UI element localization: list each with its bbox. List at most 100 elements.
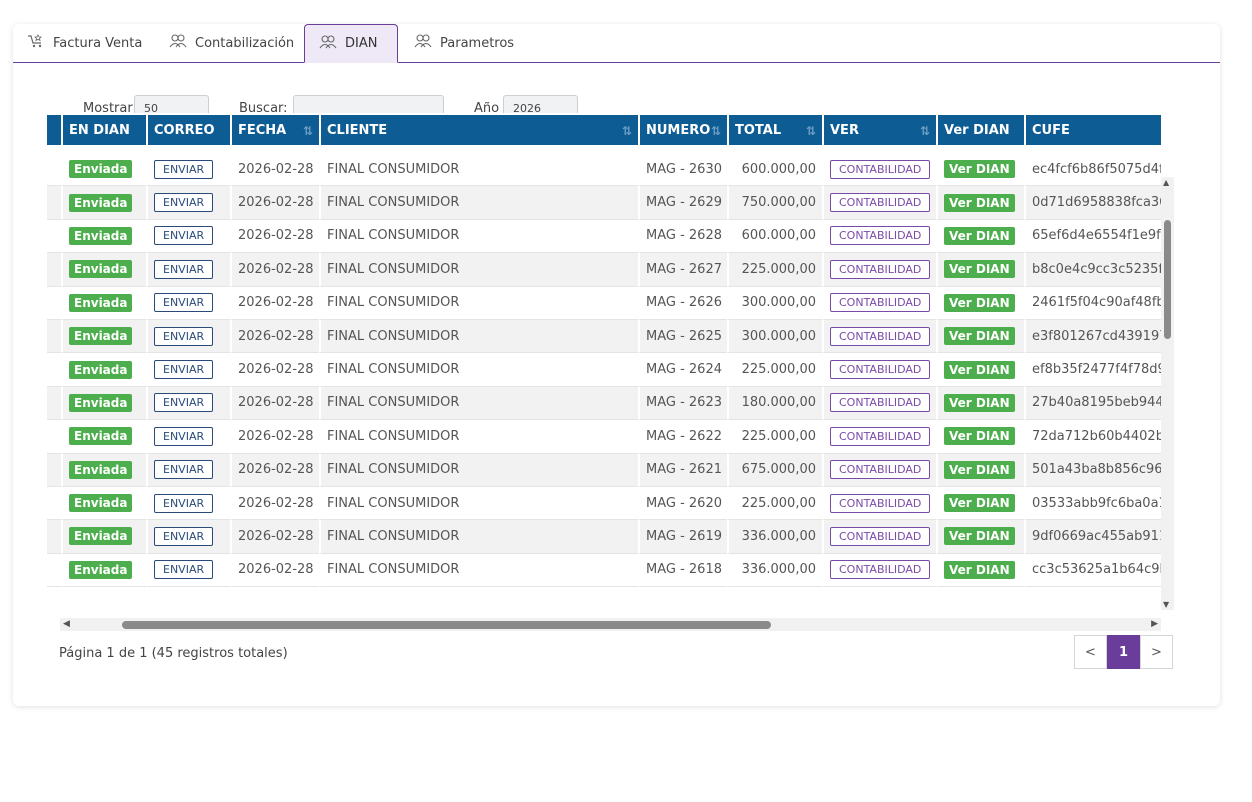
sort-icon: ⇅	[919, 124, 930, 138]
row-spacer	[47, 286, 61, 320]
cell-ver: CONTABILIDAD	[822, 486, 936, 521]
row-spacer	[47, 553, 61, 588]
send-button[interactable]: ENVIAR	[154, 560, 214, 580]
send-button[interactable]: ENVIAR	[154, 293, 214, 313]
view-dian-button[interactable]: Ver DIAN	[944, 293, 1015, 312]
send-button[interactable]: ENVIAR	[154, 360, 214, 380]
status-badge: Enviada	[69, 494, 133, 513]
view-dian-button[interactable]: Ver DIAN	[944, 494, 1015, 513]
view-dian-button[interactable]: Ver DIAN	[944, 527, 1015, 546]
send-button[interactable]: ENVIAR	[154, 259, 214, 279]
scroll-up-arrow-icon[interactable]: ▲	[1163, 178, 1169, 187]
send-button[interactable]: ENVIAR	[154, 460, 214, 480]
table-row: Enviada ENVIAR 2026-02-28 FINAL CONSUMIDOR M…	[47, 386, 1161, 421]
next-page-button[interactable]: >	[1140, 635, 1173, 669]
table-row: Enviada ENVIAR 2026-02-28 FINAL CONSUMIDOR M…	[47, 253, 1161, 287]
vertical-scroll-thumb[interactable]	[1164, 220, 1171, 339]
view-dian-button[interactable]: Ver DIAN	[944, 427, 1015, 446]
cell-en-dian: Enviada	[61, 520, 146, 554]
accounting-button[interactable]: CONTABILIDAD	[830, 293, 931, 313]
accounting-button[interactable]: CONTABILIDAD	[830, 360, 931, 380]
cell-correo: ENVIAR	[146, 553, 230, 588]
cell-cliente: FINAL CONSUMIDOR	[319, 253, 638, 287]
page-1-button[interactable]: 1	[1107, 635, 1140, 669]
accounting-button[interactable]: CONTABILIDAD	[830, 526, 931, 546]
col-cliente[interactable]: CLIENTE ⇅	[319, 113, 638, 145]
horizontal-scrollbar[interactable]: ◀ ▶	[60, 618, 1161, 631]
sort-icon: ⇅	[621, 124, 632, 138]
send-button[interactable]: ENVIAR	[154, 426, 214, 446]
cell-total: 600.000,00	[727, 219, 822, 254]
view-dian-button[interactable]: Ver DIAN	[944, 160, 1015, 179]
cell-total: 225.000,00	[727, 353, 822, 387]
row-spacer	[47, 486, 61, 521]
cell-correo: ENVIAR	[146, 153, 230, 187]
tab-label: Contabilización	[195, 35, 295, 51]
col-numero[interactable]: NUMERO ⇅	[638, 113, 727, 145]
view-dian-button[interactable]: Ver DIAN	[944, 327, 1015, 346]
cell-ver-dian: Ver DIAN	[936, 553, 1024, 588]
accounting-button[interactable]: CONTABILIDAD	[830, 326, 931, 346]
view-dian-button[interactable]: Ver DIAN	[944, 360, 1015, 379]
scroll-down-arrow-icon[interactable]: ▼	[1163, 600, 1169, 609]
send-button[interactable]: ENVIAR	[154, 393, 214, 413]
tab-parametros[interactable]: Parametros	[400, 24, 528, 62]
col-ver-dian[interactable]: Ver DIAN	[936, 113, 1024, 145]
send-button[interactable]: ENVIAR	[154, 326, 214, 346]
prev-page-button[interactable]: <	[1074, 635, 1107, 669]
send-button[interactable]: ENVIAR	[154, 493, 214, 513]
view-dian-button[interactable]: Ver DIAN	[944, 260, 1015, 279]
tab-factura-venta[interactable]: Factura Venta	[13, 24, 156, 62]
cell-fecha: 2026-02-28	[230, 420, 319, 454]
accounting-button[interactable]: CONTABILIDAD	[830, 226, 931, 246]
horizontal-scroll-thumb[interactable]	[122, 621, 771, 629]
col-correo[interactable]: CORREO	[146, 113, 230, 145]
send-button[interactable]: ENVIAR	[154, 193, 214, 213]
tab-label: DIAN	[345, 36, 378, 51]
accounting-button[interactable]: CONTABILIDAD	[830, 426, 931, 446]
tab-dian[interactable]: DIAN	[304, 24, 398, 63]
view-dian-button[interactable]: Ver DIAN	[944, 393, 1015, 412]
accounting-button[interactable]: CONTABILIDAD	[830, 159, 931, 179]
tab-contabilizacion[interactable]: Contabilización	[155, 24, 308, 62]
view-dian-button[interactable]: Ver DIAN	[944, 226, 1015, 245]
cell-ver: CONTABILIDAD	[822, 553, 936, 588]
col-ver[interactable]: VER ⇅	[822, 113, 936, 145]
cell-ver-dian: Ver DIAN	[936, 219, 1024, 254]
accounting-button[interactable]: CONTABILIDAD	[830, 460, 931, 480]
sort-icon: ⇅	[805, 124, 816, 138]
col-cufe[interactable]: CUFE	[1024, 113, 1161, 145]
cell-en-dian: Enviada	[61, 420, 146, 454]
cell-fecha: 2026-02-28	[230, 386, 319, 421]
cell-cufe: 0d71d6958838fca36	[1024, 186, 1161, 220]
send-button[interactable]: ENVIAR	[154, 159, 214, 179]
col-fecha[interactable]: FECHA ⇅	[230, 113, 319, 145]
col-en-dian[interactable]: EN DIAN	[61, 113, 146, 145]
vertical-scrollbar[interactable]: ▲ ▼	[1161, 177, 1174, 610]
sort-icon: ⇅	[302, 124, 313, 138]
accounting-button[interactable]: CONTABILIDAD	[830, 193, 931, 213]
cell-cufe: ec4fcf6b86f5075d4f	[1024, 153, 1161, 187]
scroll-left-arrow-icon[interactable]: ◀	[63, 619, 70, 629]
accounting-button[interactable]: CONTABILIDAD	[830, 493, 931, 513]
table-header: EN DIAN CORREO FECHA ⇅ CLIENTE ⇅ NUMERO ⇅ T…	[47, 113, 1161, 145]
cell-ver: CONTABILIDAD	[822, 219, 936, 254]
cell-en-dian: Enviada	[61, 386, 146, 421]
row-spacer	[47, 420, 61, 454]
users-icon	[414, 34, 432, 52]
accounting-button[interactable]: CONTABILIDAD	[830, 393, 931, 413]
view-dian-button[interactable]: Ver DIAN	[944, 460, 1015, 479]
view-dian-button[interactable]: Ver DIAN	[944, 560, 1015, 579]
view-dian-button[interactable]: Ver DIAN	[944, 193, 1015, 212]
accounting-button[interactable]: CONTABILIDAD	[830, 560, 931, 580]
accounting-button[interactable]: CONTABILIDAD	[830, 259, 931, 279]
cell-fecha: 2026-02-28	[230, 186, 319, 220]
col-total[interactable]: TOTAL ⇅	[727, 113, 822, 145]
cell-ver-dian: Ver DIAN	[936, 153, 1024, 187]
send-button[interactable]: ENVIAR	[154, 226, 214, 246]
cell-cufe: cc3c53625a1b64c9b	[1024, 553, 1161, 588]
send-button[interactable]: ENVIAR	[154, 526, 214, 546]
cell-fecha: 2026-02-28	[230, 219, 319, 254]
cart-star-icon	[27, 34, 45, 52]
scroll-right-arrow-icon[interactable]: ▶	[1151, 619, 1158, 629]
